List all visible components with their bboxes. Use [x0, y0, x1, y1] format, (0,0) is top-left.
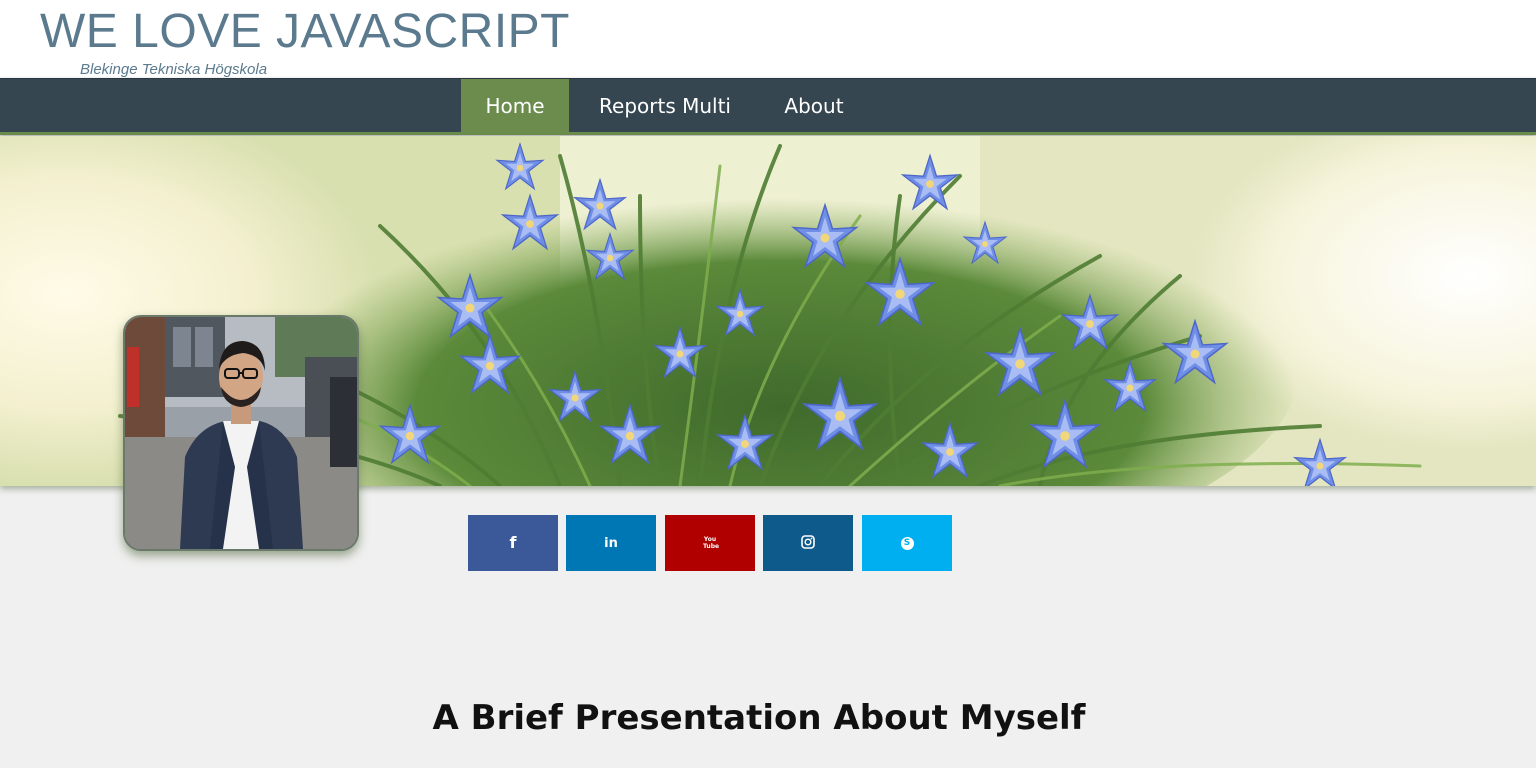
nav-item-label: Reports Multi — [599, 94, 731, 118]
site-header: WE LOVE JAVASCRIPT Blekinge Tekniska Hög… — [0, 0, 1536, 78]
presentation-heading: A Brief Presentation About Myself — [432, 698, 1086, 738]
nav-item-reports-multi[interactable]: Reports Multi — [580, 79, 750, 133]
nav-item-home[interactable]: Home — [461, 79, 569, 133]
youtube-button[interactable]: You Tube — [665, 515, 755, 571]
site-subtitle: Blekinge Tekniska Högskola — [80, 61, 268, 78]
instagram-button[interactable] — [763, 515, 853, 571]
nav-item-label: About — [784, 94, 844, 118]
nav-item-about[interactable]: About — [762, 79, 866, 133]
instagram-icon — [801, 534, 815, 553]
site-title: WE LOVE JAVASCRIPT — [40, 5, 570, 58]
facebook-button[interactable]: f — [468, 515, 558, 571]
linkedin-button[interactable]: in — [566, 515, 656, 571]
youtube-icon: You Tube — [703, 536, 720, 550]
skype-icon: S — [900, 536, 914, 550]
skype-button[interactable]: S — [862, 515, 952, 571]
profile-avatar — [123, 315, 359, 551]
main-navbar: Home Reports Multi About — [0, 78, 1536, 135]
nav-item-label: Home — [485, 94, 545, 118]
linkedin-icon: in — [604, 535, 618, 551]
facebook-icon: f — [509, 533, 517, 552]
